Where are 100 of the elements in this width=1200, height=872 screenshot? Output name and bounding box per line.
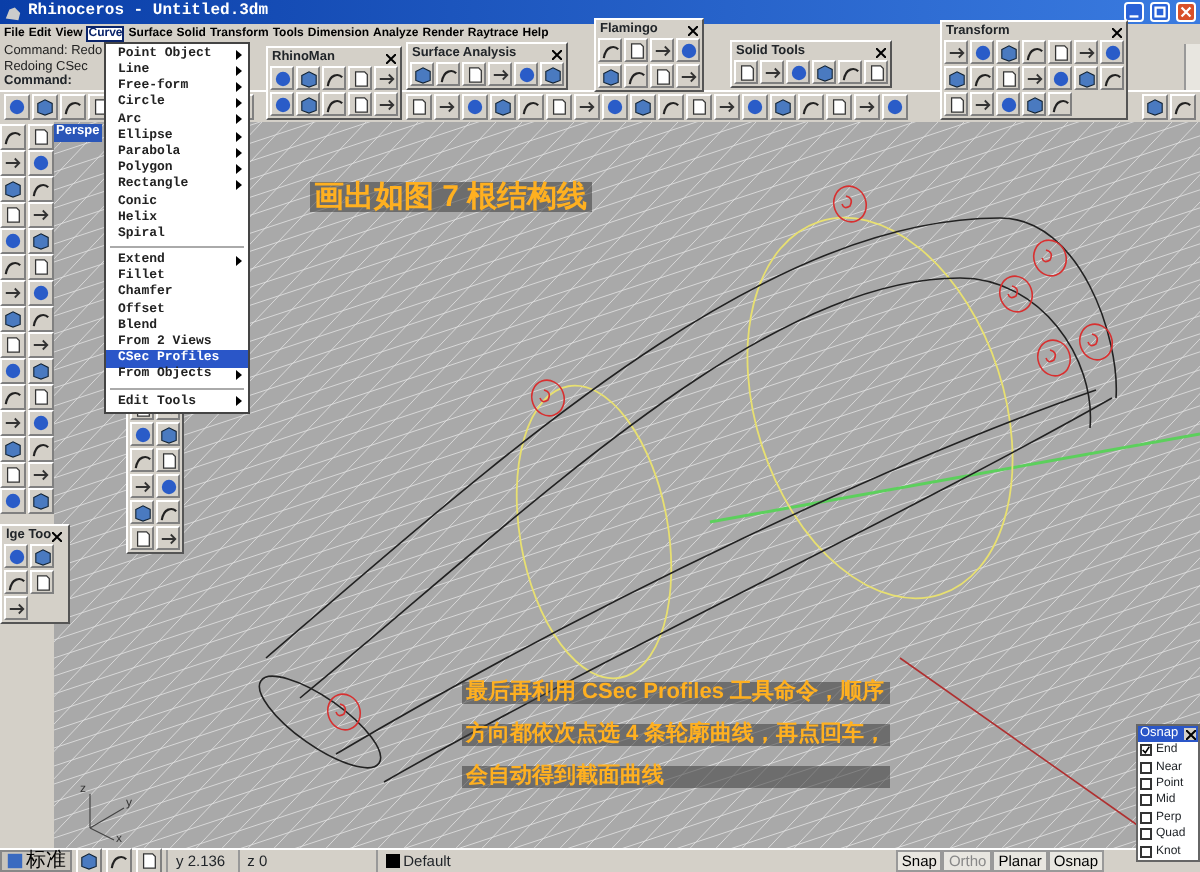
tool-button[interactable] — [156, 500, 180, 524]
close-button[interactable] — [686, 24, 698, 36]
tool-button[interactable] — [76, 848, 102, 872]
tool-button[interactable] — [1048, 66, 1072, 90]
checkbox[interactable] — [1140, 761, 1152, 774]
tool-button[interactable] — [714, 94, 740, 120]
tool-button[interactable] — [760, 60, 784, 84]
tool-button[interactable] — [0, 436, 26, 462]
checkbox[interactable] — [1140, 828, 1152, 841]
tool-button[interactable] — [0, 202, 26, 228]
tool-button[interactable] — [28, 280, 54, 306]
tool-button[interactable] — [270, 92, 294, 116]
tool-button[interactable] — [686, 94, 712, 120]
tool-button[interactable] — [574, 94, 600, 120]
checkbox[interactable] — [1140, 777, 1152, 790]
tool-button[interactable] — [270, 66, 294, 90]
tool-button[interactable] — [1074, 66, 1098, 90]
tool-button[interactable] — [28, 150, 54, 176]
tool-button[interactable] — [296, 92, 320, 116]
tool-button[interactable] — [30, 544, 54, 568]
close-button[interactable] — [384, 52, 396, 64]
tool-button[interactable] — [156, 474, 180, 498]
tool-button[interactable] — [540, 62, 564, 86]
tool-button[interactable] — [1100, 40, 1124, 64]
tool-button[interactable] — [434, 94, 460, 120]
tool-button[interactable] — [28, 228, 54, 254]
tool-button[interactable] — [1048, 40, 1072, 64]
tool-button[interactable] — [28, 202, 54, 228]
tool-button[interactable] — [944, 40, 968, 64]
close-button[interactable] — [874, 46, 886, 58]
tool-button[interactable] — [0, 332, 26, 358]
checkbox[interactable] — [1140, 744, 1152, 757]
tool-button[interactable] — [406, 94, 432, 120]
tool-button[interactable] — [490, 94, 516, 120]
tool-button[interactable] — [436, 62, 460, 86]
tool-button[interactable] — [322, 66, 346, 90]
close-button[interactable] — [1110, 26, 1122, 38]
tool-button[interactable] — [130, 500, 154, 524]
minimize-button[interactable] — [1124, 2, 1144, 22]
tool-button[interactable] — [410, 62, 434, 86]
tool-button[interactable] — [348, 66, 372, 90]
tool-button[interactable] — [658, 94, 684, 120]
tool-button[interactable] — [28, 332, 54, 358]
checkbox[interactable] — [1140, 845, 1152, 858]
tool-button[interactable] — [0, 254, 26, 280]
tool-button[interactable] — [826, 94, 852, 120]
tool-button[interactable] — [28, 176, 54, 202]
tool-button[interactable] — [0, 280, 26, 306]
tool-button[interactable] — [374, 92, 398, 116]
tool-button[interactable] — [28, 410, 54, 436]
tool-button[interactable] — [28, 462, 54, 488]
tool-button[interactable] — [854, 94, 880, 120]
tool-button[interactable] — [0, 488, 26, 514]
tool-button[interactable] — [602, 94, 628, 120]
tool-button[interactable] — [624, 38, 648, 62]
tool-button[interactable] — [882, 94, 908, 120]
tool-button[interactable] — [130, 448, 154, 472]
tool-button[interactable] — [514, 62, 538, 86]
tool-button[interactable] — [374, 66, 398, 90]
tool-button[interactable] — [488, 62, 512, 86]
tool-button[interactable] — [1142, 94, 1168, 120]
close-button[interactable] — [51, 530, 64, 542]
tool-button[interactable] — [996, 92, 1020, 116]
tool-button[interactable] — [546, 94, 572, 120]
tool-button[interactable] — [996, 66, 1020, 90]
tool-button[interactable] — [32, 94, 58, 120]
close-button[interactable] — [1184, 728, 1196, 740]
tool-button[interactable] — [106, 848, 132, 872]
tool-button[interactable] — [0, 306, 26, 332]
tool-button[interactable] — [650, 64, 674, 88]
tool-button[interactable] — [838, 60, 862, 84]
tool-button[interactable] — [30, 570, 54, 594]
tool-button[interactable] — [598, 64, 622, 88]
tool-button[interactable] — [1022, 66, 1046, 90]
scroll-bar[interactable] — [1184, 44, 1200, 90]
tool-button[interactable] — [770, 94, 796, 120]
tool-button[interactable] — [462, 62, 486, 86]
tool-button[interactable] — [0, 150, 26, 176]
tool-button[interactable] — [734, 60, 758, 84]
tool-button[interactable] — [864, 60, 888, 84]
tool-button[interactable] — [130, 422, 154, 446]
tool-button[interactable] — [130, 474, 154, 498]
tool-button[interactable] — [944, 66, 968, 90]
tool-button[interactable] — [1022, 92, 1046, 116]
tool-button[interactable] — [1170, 94, 1196, 120]
tool-button[interactable] — [28, 306, 54, 332]
tool-button[interactable] — [630, 94, 656, 120]
tool-button[interactable] — [0, 384, 26, 410]
tool-button[interactable] — [598, 38, 622, 62]
tool-button[interactable] — [1074, 40, 1098, 64]
tool-button[interactable] — [970, 40, 994, 64]
taskbar-button[interactable]: 标准 — [0, 850, 72, 872]
tool-button[interactable] — [156, 422, 180, 446]
tool-button[interactable] — [944, 92, 968, 116]
tool-button[interactable] — [1022, 40, 1046, 64]
tool-button[interactable] — [812, 60, 836, 84]
tool-button[interactable] — [676, 64, 700, 88]
tool-button[interactable] — [0, 176, 26, 202]
maximize-button[interactable] — [1150, 2, 1170, 22]
tool-button[interactable] — [996, 40, 1020, 64]
